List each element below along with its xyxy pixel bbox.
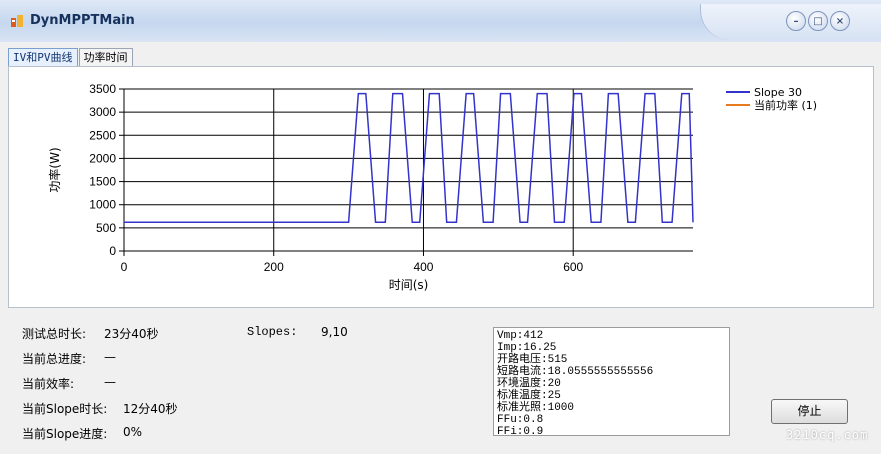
app-icon [11,15,23,27]
y-tick-label: 2500 [89,128,116,142]
param-line: 短路电流:18.0555555555556 [497,366,654,378]
y-tick-label: 0 [109,244,116,258]
maximize-button[interactable]: □ [808,11,828,31]
slope-progress-value: 0% [123,425,143,439]
total-duration-label: 测试总时长: [22,327,87,341]
parameter-textbox[interactable]: Vmp:412 Imp:16.25 开路电压:515 短路电流:18.05555… [493,327,730,436]
minimize-button[interactable]: – [786,11,806,31]
x-tick-label: 200 [264,260,284,274]
x-axis-label: 时间(s) [389,278,429,292]
tab-strip: IV和PV曲线 功率时间 [8,48,134,66]
total-duration-value: 23分40秒 [104,327,159,341]
slopes-value: 9,10 [321,325,348,339]
legend-label: Slope 30 [754,86,802,99]
window-controls: – □ × [786,11,850,31]
close-icon: × [835,15,845,27]
x-tick-label: 400 [413,260,433,274]
param-line: Imp:16.25 [497,342,557,354]
y-tick-label: 1000 [89,198,116,212]
total-progress-label: 当前总进度: [22,352,87,366]
y-tick-label: 3000 [89,105,116,119]
slopes-label: Slopes: [247,325,298,339]
main-window: DynMPPTMain – □ × IV和PV曲线 功率时间 0 500 1000 1… [0,0,881,454]
efficiency-value: — [104,375,116,389]
param-line: 标准温度:25 [497,390,561,402]
legend-label: 当前功率 (1) [754,98,817,112]
tab-power-time[interactable]: 功率时间 [78,48,133,66]
window-title: DynMPPTMain [30,13,135,28]
slope-progress-label: 当前Slope进度: [22,427,108,441]
chart-panel: 0 500 1000 1500 2000 2500 3000 3500 0 200 400 600 时间… [8,66,874,308]
y-tick-label: 500 [96,221,116,235]
y-tick-label: 1500 [89,175,116,189]
param-line: FFu:0.8 [497,414,544,426]
param-line: 标准光照:1000 [497,402,575,414]
y-axis-label: 功率(W) [47,147,62,192]
stop-button[interactable]: 停止 [771,399,848,424]
watermark: 3210cq.com [786,428,869,442]
x-tick-label: 600 [563,260,583,274]
title-bar[interactable]: DynMPPTMain – □ × [0,0,881,42]
param-line: Vmp:412 [497,330,544,342]
param-line: 环境温度:20 [497,378,561,390]
maximize-icon: □ [813,15,823,27]
efficiency-label: 当前效率: [22,377,75,391]
power-time-chart: 0 500 1000 1500 2000 2500 3000 3500 0 200 400 600 时间… [47,82,817,292]
y-tick-label: 2000 [89,151,116,165]
slope-duration-value: 12分40秒 [123,402,178,416]
param-line: 开路电压:515 [497,354,568,366]
y-tick-label: 3500 [89,82,116,96]
x-tick-label: 0 [121,260,128,274]
tab-iv-pv-curve[interactable]: IV和PV曲线 [8,48,78,66]
slope-duration-label: 当前Slope时长: [22,402,108,416]
param-line: FFi:0.9 [497,426,544,436]
close-button[interactable]: × [830,11,850,31]
minimize-icon: – [793,15,799,27]
total-progress-value: — [104,350,116,364]
